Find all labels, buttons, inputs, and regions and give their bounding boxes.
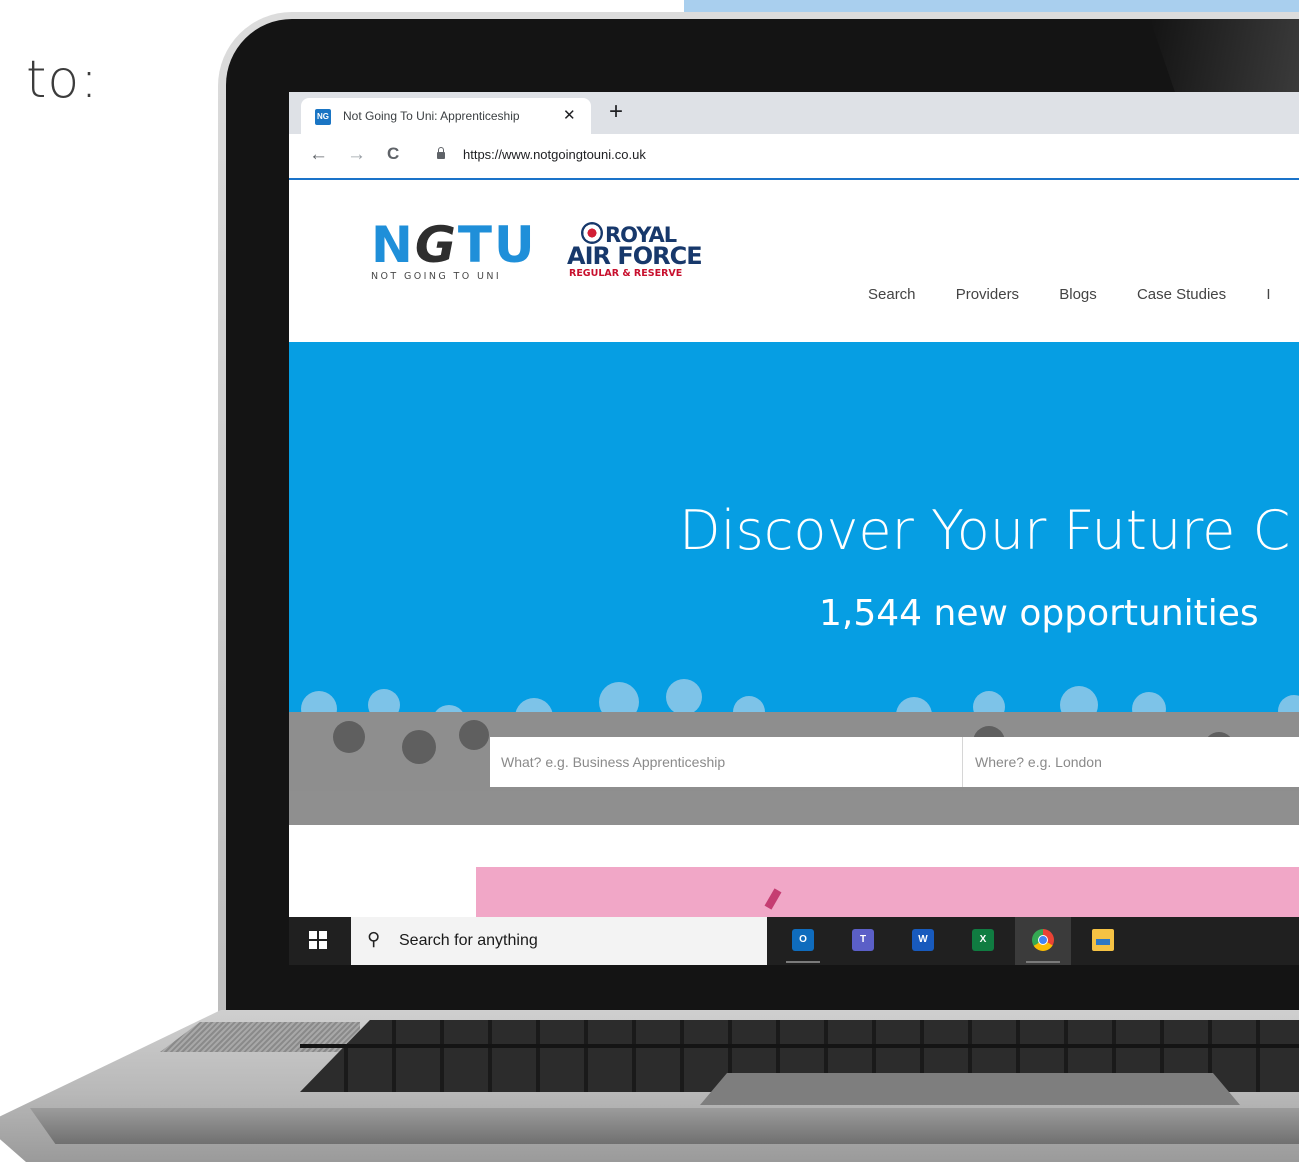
intro-text: to: <box>26 50 99 110</box>
taskbar-search-placeholder: Search for anything <box>399 932 538 949</box>
chrome-icon[interactable] <box>1026 929 1060 963</box>
laptop-front-edge <box>30 1108 1299 1144</box>
tab-close-icon[interactable]: ✕ <box>563 106 576 124</box>
tab-title: Not Going To Uni: Apprenticeship <box>343 109 520 123</box>
site-header: NGTU NOT GOING TO UNI ROYAL AIR FORCE RE… <box>289 180 1299 342</box>
windows-start-icon[interactable] <box>309 931 327 949</box>
bezel-glare <box>1150 19 1299 94</box>
hero-title: Discover Your Future C <box>679 499 1291 562</box>
search-icon: ⚲ <box>367 929 381 949</box>
excel-icon[interactable]: X <box>972 929 994 951</box>
hero-subtitle: 1,544 new opportunities <box>819 593 1259 634</box>
ngtu-logo[interactable]: NGTU NOT GOING TO UNI <box>371 220 551 282</box>
word-icon[interactable]: W <box>912 929 934 951</box>
search-where-placeholder: Where? e.g. London <box>975 754 1102 770</box>
new-tab-button[interactable]: + <box>609 98 623 126</box>
background-panel <box>684 0 1299 12</box>
windows-taskbar: ⚲ Search for anything O T W X <box>289 917 1299 965</box>
search-where-input[interactable]: Where? e.g. London <box>964 737 1299 787</box>
nav-search[interactable]: Search <box>868 286 916 303</box>
forward-arrow-icon[interactable]: → <box>347 144 366 166</box>
teams-icon[interactable]: T <box>852 929 874 951</box>
nav-case-studies[interactable]: Case Studies <box>1137 286 1226 303</box>
outlook-icon[interactable]: O <box>786 929 820 963</box>
browser-tab[interactable]: NG Not Going To Uni: Apprenticeship ✕ <box>301 98 591 134</box>
back-arrow-icon[interactable]: ← <box>309 144 328 166</box>
raf-logo-line3: REGULAR & RESERVE <box>569 268 683 279</box>
ngtu-logo-letters: NGTU <box>371 216 537 274</box>
browser-tab-strip: NG Not Going To Uni: Apprenticeship ✕ + <box>289 92 1299 134</box>
search-form: What? e.g. Business Apprenticeship Where… <box>490 737 1299 787</box>
search-what-input[interactable]: What? e.g. Business Apprenticeship <box>490 737 963 787</box>
laptop-screen: NG Not Going To Uni: Apprenticeship ✕ + … <box>289 92 1299 965</box>
ngtu-favicon-icon: NG <box>315 109 331 125</box>
address-bar[interactable]: https://www.notgoingtouni.co.uk <box>437 144 1287 168</box>
taskbar-search-box[interactable]: ⚲ Search for anything <box>351 917 767 965</box>
site-nav: Search Providers Blogs Case Studies I <box>868 286 1299 303</box>
nav-item-partial[interactable]: I <box>1266 286 1270 303</box>
lock-icon <box>437 147 445 159</box>
search-what-placeholder: What? e.g. Business Apprenticeship <box>501 754 726 770</box>
laptop-trackpad <box>700 1073 1240 1105</box>
url-text: https://www.notgoingtouni.co.uk <box>463 147 646 162</box>
browser-toolbar: ← → C https://www.notgoingtouni.co.uk <box>289 134 1299 180</box>
raf-logo-line2: AIR FORCE <box>567 242 703 270</box>
raf-roundel-icon <box>581 222 603 244</box>
keyboard-row-divider <box>300 1044 1299 1048</box>
nav-providers[interactable]: Providers <box>956 286 1019 303</box>
nav-blogs[interactable]: Blogs <box>1059 286 1097 303</box>
reload-icon[interactable]: C <box>387 144 399 164</box>
file-explorer-icon[interactable] <box>1092 929 1114 951</box>
